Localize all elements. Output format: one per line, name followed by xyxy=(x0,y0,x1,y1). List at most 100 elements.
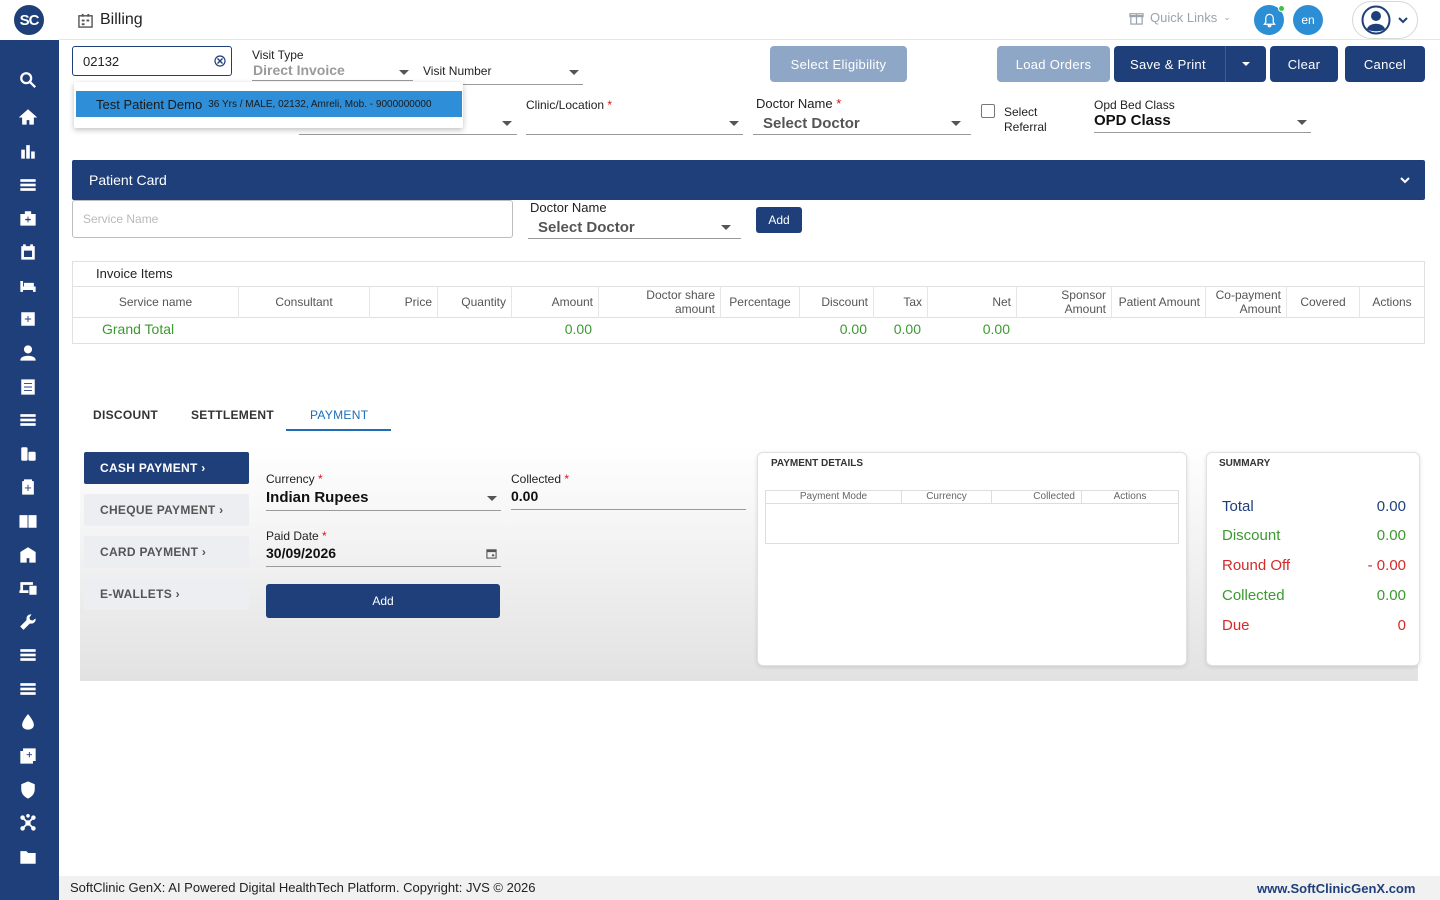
app-logo[interactable]: SC xyxy=(12,3,46,37)
patient-search-input[interactable] xyxy=(72,46,232,76)
save-print-caret-icon[interactable] xyxy=(1242,62,1250,66)
summary-due-label: Due xyxy=(1222,617,1250,634)
patient-search-dropdown: Test Patient Demo 36 Yrs / MALE, 02132, … xyxy=(74,82,463,128)
paid-date-input[interactable]: 30/09/2026 xyxy=(266,545,336,561)
avatar-icon xyxy=(1361,5,1391,35)
clear-button[interactable]: Clear xyxy=(1270,46,1338,82)
doctor-caret-icon[interactable] xyxy=(951,121,961,126)
summary-collected-label: Collected xyxy=(1222,587,1285,604)
chart-icon[interactable] xyxy=(17,140,39,162)
language-button[interactable]: en xyxy=(1293,5,1323,35)
summary-due-value: 0 xyxy=(1397,617,1406,634)
e-wallets-option[interactable]: E-WALLETS › xyxy=(84,578,249,610)
opd-bed-caret-icon[interactable] xyxy=(1297,120,1307,125)
wrench-icon[interactable] xyxy=(17,611,39,633)
add-box-icon[interactable] xyxy=(17,745,39,767)
opd-bed-class-select[interactable]: OPD Class xyxy=(1094,112,1171,129)
chevron-down-icon xyxy=(1398,17,1408,24)
drop-icon[interactable] xyxy=(17,711,39,733)
calendar-icon[interactable] xyxy=(486,548,497,559)
add-payment-button[interactable]: Add xyxy=(266,584,500,618)
user-menu[interactable] xyxy=(1352,1,1418,39)
grand-total-discount: 0.00 xyxy=(839,321,867,337)
service-name-input[interactable] xyxy=(72,200,513,238)
patient-card-title: Patient Card xyxy=(89,172,167,188)
clinic-caret-icon[interactable] xyxy=(729,121,739,126)
menu-icon[interactable] xyxy=(17,174,39,196)
col-price: Price xyxy=(369,286,437,318)
collected-input[interactable]: 0.00 xyxy=(511,488,538,504)
col-consultant: Consultant xyxy=(238,286,369,318)
currency-select[interactable]: Indian Rupees xyxy=(266,489,369,506)
footer-website-link[interactable]: www.SoftClinicGenX.com xyxy=(1257,881,1415,896)
list-doc-icon[interactable] xyxy=(17,376,39,398)
quick-links-menu[interactable]: Quick Links ⌄ xyxy=(1129,10,1231,25)
col-patient-amount: Patient Amount xyxy=(1111,286,1205,318)
add-service-button[interactable]: Add xyxy=(756,207,802,233)
load-orders-button[interactable]: Load Orders xyxy=(997,46,1110,82)
payment-details-title: PAYMENT DETAILS xyxy=(771,458,864,469)
menu-icon-3[interactable] xyxy=(17,644,39,666)
tab-discount[interactable]: DISCOUNT xyxy=(93,408,158,422)
patient-card-header[interactable]: Patient Card xyxy=(72,160,1425,200)
pd-col-currency: Currency xyxy=(901,490,991,504)
person-icon[interactable] xyxy=(17,342,39,364)
home-icon[interactable] xyxy=(17,106,39,128)
select-eligibility-button[interactable]: Select Eligibility xyxy=(770,46,907,82)
collected-label: Collected * xyxy=(511,472,570,486)
tab-settlement[interactable]: SETTLEMENT xyxy=(191,408,274,422)
bed-icon[interactable] xyxy=(17,275,39,297)
clinic-label: Clinic/Location * xyxy=(526,98,613,112)
clear-search-icon[interactable] xyxy=(214,55,226,67)
pharmacy-icon[interactable] xyxy=(17,443,39,465)
cheque-payment-option[interactable]: CHEQUE PAYMENT › xyxy=(84,494,249,526)
save-print-button[interactable]: Save & Print xyxy=(1114,46,1266,82)
book-icon[interactable] xyxy=(17,510,39,532)
department-select[interactable] xyxy=(299,134,517,135)
folder-icon[interactable] xyxy=(17,846,39,868)
search-icon[interactable] xyxy=(17,69,39,91)
hospital-icon[interactable] xyxy=(17,544,39,566)
cancel-button[interactable]: Cancel xyxy=(1345,46,1425,82)
calendar-icon[interactable] xyxy=(17,241,39,263)
split-divider xyxy=(1225,46,1226,82)
patient-result-name: Test Patient Demo xyxy=(96,96,203,112)
cash-payment-option[interactable]: CASH PAYMENT › xyxy=(84,452,249,484)
visit-type-caret-icon[interactable] xyxy=(399,70,409,75)
summary-collected-value: 0.00 xyxy=(1376,587,1406,604)
plus-square-icon[interactable] xyxy=(17,476,39,498)
notification-dot xyxy=(1278,5,1285,12)
chevron-down-icon[interactable] xyxy=(1399,174,1411,186)
pc-doctor-select[interactable]: Select Doctor xyxy=(538,219,635,236)
menu-icon-4[interactable] xyxy=(17,678,39,700)
col-copayment-amount: Co-payment Amount xyxy=(1205,286,1286,318)
col-amount: Amount xyxy=(511,286,598,318)
pc-doctor-underline xyxy=(528,238,741,239)
doctor-select[interactable]: Select Doctor xyxy=(763,115,860,132)
pc-doctor-caret-icon[interactable] xyxy=(721,225,731,230)
col-discount: Discount xyxy=(799,286,873,318)
clinic-select[interactable] xyxy=(526,134,743,135)
currency-caret-icon[interactable] xyxy=(487,496,497,501)
devices-icon[interactable] xyxy=(17,577,39,599)
card-payment-option[interactable]: CARD PAYMENT › xyxy=(84,536,249,568)
summary-discount-value: 0.00 xyxy=(1376,527,1406,544)
currency-underline xyxy=(266,510,501,511)
footer-copyright: SoftClinic GenX: AI Powered Digital Heal… xyxy=(70,880,536,895)
network-icon[interactable] xyxy=(17,812,39,834)
visit-number-caret-icon[interactable] xyxy=(569,70,579,75)
paid-date-underline xyxy=(266,566,501,567)
department-caret-icon[interactable] xyxy=(502,121,512,126)
plus-box-icon[interactable] xyxy=(17,308,39,330)
opd-bed-underline xyxy=(1094,132,1311,133)
shield-icon[interactable] xyxy=(17,779,39,801)
patient-search-result[interactable]: Test Patient Demo 36 Yrs / MALE, 02132, … xyxy=(76,91,462,117)
menu-icon-2[interactable] xyxy=(17,409,39,431)
visit-type-select[interactable]: Direct Invoice xyxy=(253,62,345,78)
select-referral-checkbox[interactable] xyxy=(981,104,995,118)
medical-bag-icon[interactable] xyxy=(17,207,39,229)
save-print-label: Save & Print xyxy=(1130,56,1206,72)
col-covered: Covered xyxy=(1286,286,1359,318)
visit-number-label: Visit Number xyxy=(423,64,492,78)
tab-payment[interactable]: PAYMENT xyxy=(310,408,368,422)
